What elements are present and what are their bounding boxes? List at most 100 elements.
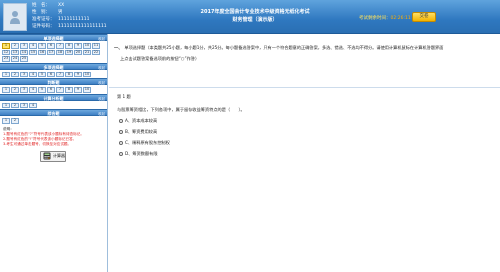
question-number-button[interactable]: 3 <box>20 43 28 49</box>
question-number-grid: 1 2 3 4 5 6 7 8 9 10 11 12 13 14 15 16 17 18 19 20 21 22 23 24 2… <box>0 41 107 63</box>
question-number-button[interactable]: 10 <box>83 43 91 49</box>
radio-button[interactable] <box>119 130 123 134</box>
question-number-button[interactable]: 18 <box>56 49 64 55</box>
question-number-button[interactable]: 1 <box>2 43 10 49</box>
question-number-button[interactable]: 9 <box>74 71 82 77</box>
question-number-button[interactable]: 2 <box>11 118 19 124</box>
question-number-button[interactable]: 7 <box>56 43 64 49</box>
question-number-button[interactable]: 6 <box>47 87 55 93</box>
section-header[interactable]: 判断题 收起 <box>0 78 107 85</box>
option-d[interactable]: D、筹资数额有限 <box>119 151 158 157</box>
instructions-line2: 上点击试题答案备选项前的按钮“○”作答） <box>120 56 200 61</box>
section-number: 一、 <box>114 45 123 50</box>
question-number-button[interactable]: 2 <box>11 71 19 77</box>
instructions-line1: 单项选择题（本类题共25小题，每小题1分，共25分。每小题备选答案中，只有一个符… <box>124 45 444 50</box>
question-number-button[interactable]: 23 <box>2 56 10 62</box>
question-number-button[interactable]: 6 <box>47 71 55 77</box>
question-number-button[interactable]: 3 <box>20 87 28 93</box>
name-value: XX <box>58 3 65 8</box>
section-header[interactable]: 单项选择题 收起 <box>0 34 107 41</box>
question-number-button[interactable]: 5 <box>38 87 46 93</box>
collapse-toggle[interactable]: 收起 <box>98 36 105 43</box>
question-number-button[interactable]: 9 <box>74 43 82 49</box>
calculator-icon <box>43 152 51 160</box>
question-number-button[interactable]: 10 <box>83 71 91 77</box>
option-label: B、筹资费用较高 <box>125 129 158 134</box>
question-number-button[interactable]: 1 <box>2 102 10 108</box>
question-navigator: 单项选择题 收起 1 2 3 4 5 6 7 8 9 10 11 12 13 14 15 16 17 18 19 20 21… <box>0 34 108 272</box>
question-number-button[interactable]: 21 <box>83 49 91 55</box>
countdown-timer: 考试剩余时间：02:26:11 <box>359 15 411 21</box>
candidate-photo <box>3 3 27 31</box>
question-number-button[interactable]: 13 <box>11 49 19 55</box>
calculator-label: 计算器 <box>53 153 65 158</box>
question-number-button[interactable]: 10 <box>83 87 91 93</box>
user-silhouette-icon <box>10 11 20 24</box>
question-number-button[interactable]: 22 <box>92 49 100 55</box>
exam-number-label: 准考证号： <box>32 17 55 22</box>
collapse-toggle[interactable]: 收起 <box>98 111 105 118</box>
radio-button[interactable] <box>119 141 123 145</box>
question-number-button[interactable]: 7 <box>56 71 64 77</box>
section-title: 多项选择题 <box>43 64 64 70</box>
question-number-button[interactable]: 24 <box>11 56 19 62</box>
question-number-button[interactable]: 14 <box>20 49 28 55</box>
legend-notes: 说明： 1.题号有红色的“?”符号代表该小题标有待查标记。 2.题号有红色的“!… <box>0 125 107 149</box>
question-number-button[interactable]: 8 <box>65 43 73 49</box>
question-number-button[interactable]: 2 <box>11 43 19 49</box>
question-number-button[interactable]: 1 <box>2 71 10 77</box>
exam-number-value: 11111111111 <box>58 17 90 22</box>
section-header[interactable]: 计算分析题 收起 <box>0 93 107 103</box>
question-number-button[interactable]: 4 <box>29 71 37 77</box>
note-switch: 3.考生可通过单击题号，切换至对应试题。 <box>3 141 72 146</box>
option-b[interactable]: B、筹资费用较高 <box>119 129 157 135</box>
question-stem: 与股票筹资相比，下列各项中，属于留存收益筹资特点的是（ ）。 <box>117 107 245 112</box>
option-a[interactable]: A、资本成本较高 <box>119 118 157 124</box>
section-header[interactable]: 多项选择题 收起 <box>0 62 107 72</box>
question-number-button[interactable]: 4 <box>29 87 37 93</box>
option-label: A、资本成本较高 <box>125 118 158 123</box>
question-number-button[interactable]: 25 <box>20 56 28 62</box>
question-number-button[interactable]: 3 <box>20 102 28 108</box>
question-number-button[interactable]: 19 <box>65 49 73 55</box>
timer-value: 02:26:11 <box>390 16 411 21</box>
question-number-button[interactable]: 16 <box>38 49 46 55</box>
section-title: 判断题 <box>47 80 60 85</box>
question-number-button[interactable]: 8 <box>65 71 73 77</box>
collapse-toggle[interactable]: 收起 <box>98 96 105 103</box>
radio-button[interactable] <box>119 152 123 156</box>
question-number-button[interactable]: 2 <box>11 87 19 93</box>
option-label: C、稀释原有股东控制权 <box>125 140 170 145</box>
question-number-grid: 12 <box>0 116 107 125</box>
exam-header: 姓 名： XX 性 别： 男 准考证号： 11111111111 证件号码： 11111… <box>0 0 500 34</box>
question-number-button[interactable]: 20 <box>74 49 82 55</box>
question-number-button[interactable]: 1 <box>2 118 10 124</box>
question-number-button[interactable]: 12 <box>2 49 10 55</box>
timer-label: 考试剩余时间： <box>359 16 391 21</box>
collapse-toggle[interactable]: 收起 <box>98 80 105 87</box>
question-number-button[interactable]: 9 <box>74 87 82 93</box>
question-number-button[interactable]: 1 <box>2 87 10 93</box>
section-header[interactable]: 综合题 收起 <box>0 109 107 116</box>
submit-exam-button[interactable]: 交卷 <box>412 12 436 22</box>
question-number-button[interactable]: 7 <box>56 87 64 93</box>
question-number-button[interactable]: 2 <box>11 102 19 108</box>
question-number-button[interactable]: 11 <box>92 43 100 49</box>
question-number-button[interactable]: 5 <box>38 71 46 77</box>
candidate-info: 姓 名： XX 性 别： 男 准考证号： 11111111111 证件号码： 11111… <box>32 2 107 30</box>
option-label: D、筹资数额有限 <box>125 151 158 156</box>
id-number-value: 11111111111111111 <box>58 24 107 29</box>
option-c[interactable]: C、稀释原有股东控制权 <box>119 140 170 146</box>
question-number-button[interactable]: 4 <box>29 43 37 49</box>
question-number-button[interactable]: 17 <box>47 49 55 55</box>
question-number-button[interactable]: 5 <box>38 43 46 49</box>
calculator-button[interactable]: 计算器 <box>40 150 66 162</box>
radio-button[interactable] <box>119 119 123 123</box>
question-number-button[interactable]: 15 <box>29 49 37 55</box>
collapse-toggle[interactable]: 收起 <box>98 65 105 72</box>
question-number-button[interactable]: 8 <box>65 87 73 93</box>
question-number-button[interactable]: 4 <box>29 102 37 108</box>
question-number-button[interactable]: 3 <box>20 71 28 77</box>
question-number-button[interactable]: 6 <box>47 43 55 49</box>
question-number-grid: 1 2 3 4 5 6 7 8 9 10 <box>0 85 107 94</box>
